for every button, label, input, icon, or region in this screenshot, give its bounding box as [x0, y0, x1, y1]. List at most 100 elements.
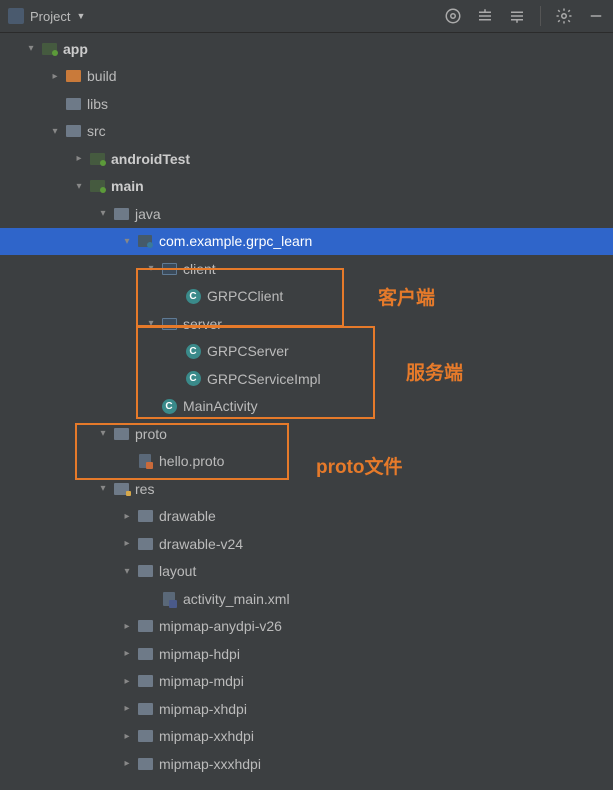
expand-icon[interactable]	[48, 71, 62, 82]
source-folder-icon	[88, 151, 106, 167]
gear-icon[interactable]	[555, 7, 573, 25]
tree-node-helloproto[interactable]: hello.proto	[0, 448, 613, 476]
folder-icon	[64, 96, 82, 112]
header-right	[444, 6, 605, 26]
node-label: GRPCClient	[207, 288, 283, 304]
expand-all-icon[interactable]	[476, 7, 494, 25]
proto-file-icon	[136, 453, 154, 469]
expand-icon[interactable]	[120, 731, 134, 742]
class-icon: C	[184, 343, 202, 359]
node-label: main	[111, 178, 144, 194]
expand-icon[interactable]	[120, 648, 134, 659]
tree-node-libs[interactable]: libs	[0, 90, 613, 118]
tree-node-activitymain[interactable]: activity_main.xml	[0, 585, 613, 613]
tree-node-mipmap-xxhdpi[interactable]: mipmap-xxhdpi	[0, 723, 613, 751]
folder-icon	[64, 123, 82, 139]
folder-icon	[112, 426, 130, 442]
expand-icon[interactable]	[120, 676, 134, 687]
tree-node-package[interactable]: com.example.grpc_learn	[0, 228, 613, 256]
folder-icon	[136, 646, 154, 662]
node-label: drawable-v24	[159, 536, 243, 552]
node-label: hello.proto	[159, 453, 224, 469]
expand-icon[interactable]	[72, 153, 86, 164]
module-icon	[40, 41, 58, 57]
source-folder-icon	[88, 178, 106, 194]
expand-icon[interactable]	[96, 208, 110, 219]
node-label: mipmap-xhdpi	[159, 701, 247, 717]
expand-icon[interactable]	[120, 703, 134, 714]
expand-icon[interactable]	[120, 236, 134, 247]
node-label: libs	[87, 96, 108, 112]
tree-node-layout[interactable]: layout	[0, 558, 613, 586]
tree-node-mainactivity[interactable]: CMainActivity	[0, 393, 613, 421]
tree-node-main[interactable]: main	[0, 173, 613, 201]
expand-icon[interactable]	[144, 318, 158, 329]
tree-node-proto[interactable]: proto	[0, 420, 613, 448]
package-icon	[160, 261, 178, 277]
minimize-icon[interactable]	[587, 7, 605, 25]
tree-node-mipmap-xhdpi[interactable]: mipmap-xhdpi	[0, 695, 613, 723]
node-label: mipmap-xxhdpi	[159, 728, 254, 744]
folder-icon	[136, 728, 154, 744]
tool-window-header: Project ▼	[0, 0, 613, 33]
tree-node-res[interactable]: res	[0, 475, 613, 503]
node-label: activity_main.xml	[183, 591, 290, 607]
node-label: mipmap-xxxhdpi	[159, 756, 261, 772]
tree-node-androidtest[interactable]: androidTest	[0, 145, 613, 173]
node-label: mipmap-mdpi	[159, 673, 244, 689]
node-label: client	[183, 261, 216, 277]
node-label: server	[183, 316, 222, 332]
node-label: build	[87, 68, 117, 84]
expand-icon[interactable]	[120, 758, 134, 769]
tree-node-mipmap-xxxhdpi[interactable]: mipmap-xxxhdpi	[0, 750, 613, 778]
folder-icon	[136, 673, 154, 689]
tree-node-app[interactable]: app	[0, 35, 613, 63]
res-folder-icon	[112, 481, 130, 497]
tree-node-drawable[interactable]: drawable	[0, 503, 613, 531]
expand-icon[interactable]	[96, 483, 110, 494]
expand-icon[interactable]	[120, 538, 134, 549]
expand-icon[interactable]	[120, 511, 134, 522]
node-label: java	[135, 206, 161, 222]
node-label: mipmap-hdpi	[159, 646, 240, 662]
project-tool-icon	[8, 8, 24, 24]
tree-node-grpcserver[interactable]: C GRPCServer	[0, 338, 613, 366]
tree-node-build[interactable]: build	[0, 63, 613, 91]
dropdown-arrow-icon[interactable]: ▼	[76, 11, 85, 21]
class-icon: C	[184, 288, 202, 304]
expand-icon[interactable]	[120, 566, 134, 577]
node-label: src	[87, 123, 106, 139]
select-opened-file-icon[interactable]	[444, 7, 462, 25]
tree-node-grpcserviceimpl[interactable]: CGRPCServiceImpl	[0, 365, 613, 393]
tree-node-mipmap-mdpi[interactable]: mipmap-mdpi	[0, 668, 613, 696]
node-label: com.example.grpc_learn	[159, 233, 312, 249]
expand-icon[interactable]	[24, 43, 38, 54]
folder-icon	[136, 508, 154, 524]
node-label: layout	[159, 563, 196, 579]
tree-node-java[interactable]: java	[0, 200, 613, 228]
tree-node-drawablev24[interactable]: drawable-v24	[0, 530, 613, 558]
node-label: GRPCServer	[207, 343, 289, 359]
expand-icon[interactable]	[72, 181, 86, 192]
tree-node-client[interactable]: client	[0, 255, 613, 283]
project-tree: app build libs src androidTest main java…	[0, 33, 613, 778]
expand-icon[interactable]	[96, 428, 110, 439]
package-icon	[160, 316, 178, 332]
class-icon: C	[184, 371, 202, 387]
header-left: Project ▼	[8, 8, 85, 24]
tree-node-mipmap-hdpi[interactable]: mipmap-hdpi	[0, 640, 613, 668]
project-title[interactable]: Project	[30, 9, 70, 24]
expand-icon[interactable]	[144, 263, 158, 274]
package-icon	[136, 233, 154, 249]
folder-icon	[136, 701, 154, 717]
expand-icon[interactable]	[48, 126, 62, 137]
tree-node-src[interactable]: src	[0, 118, 613, 146]
tree-node-grpcclient[interactable]: C GRPCClient	[0, 283, 613, 311]
expand-icon[interactable]	[120, 621, 134, 632]
tree-node-mipmap-anydpi-v26[interactable]: mipmap-anydpi-v26	[0, 613, 613, 641]
node-label: res	[135, 481, 154, 497]
tree-node-server[interactable]: server	[0, 310, 613, 338]
collapse-all-icon[interactable]	[508, 7, 526, 25]
folder-icon	[136, 756, 154, 772]
node-label: MainActivity	[183, 398, 258, 414]
